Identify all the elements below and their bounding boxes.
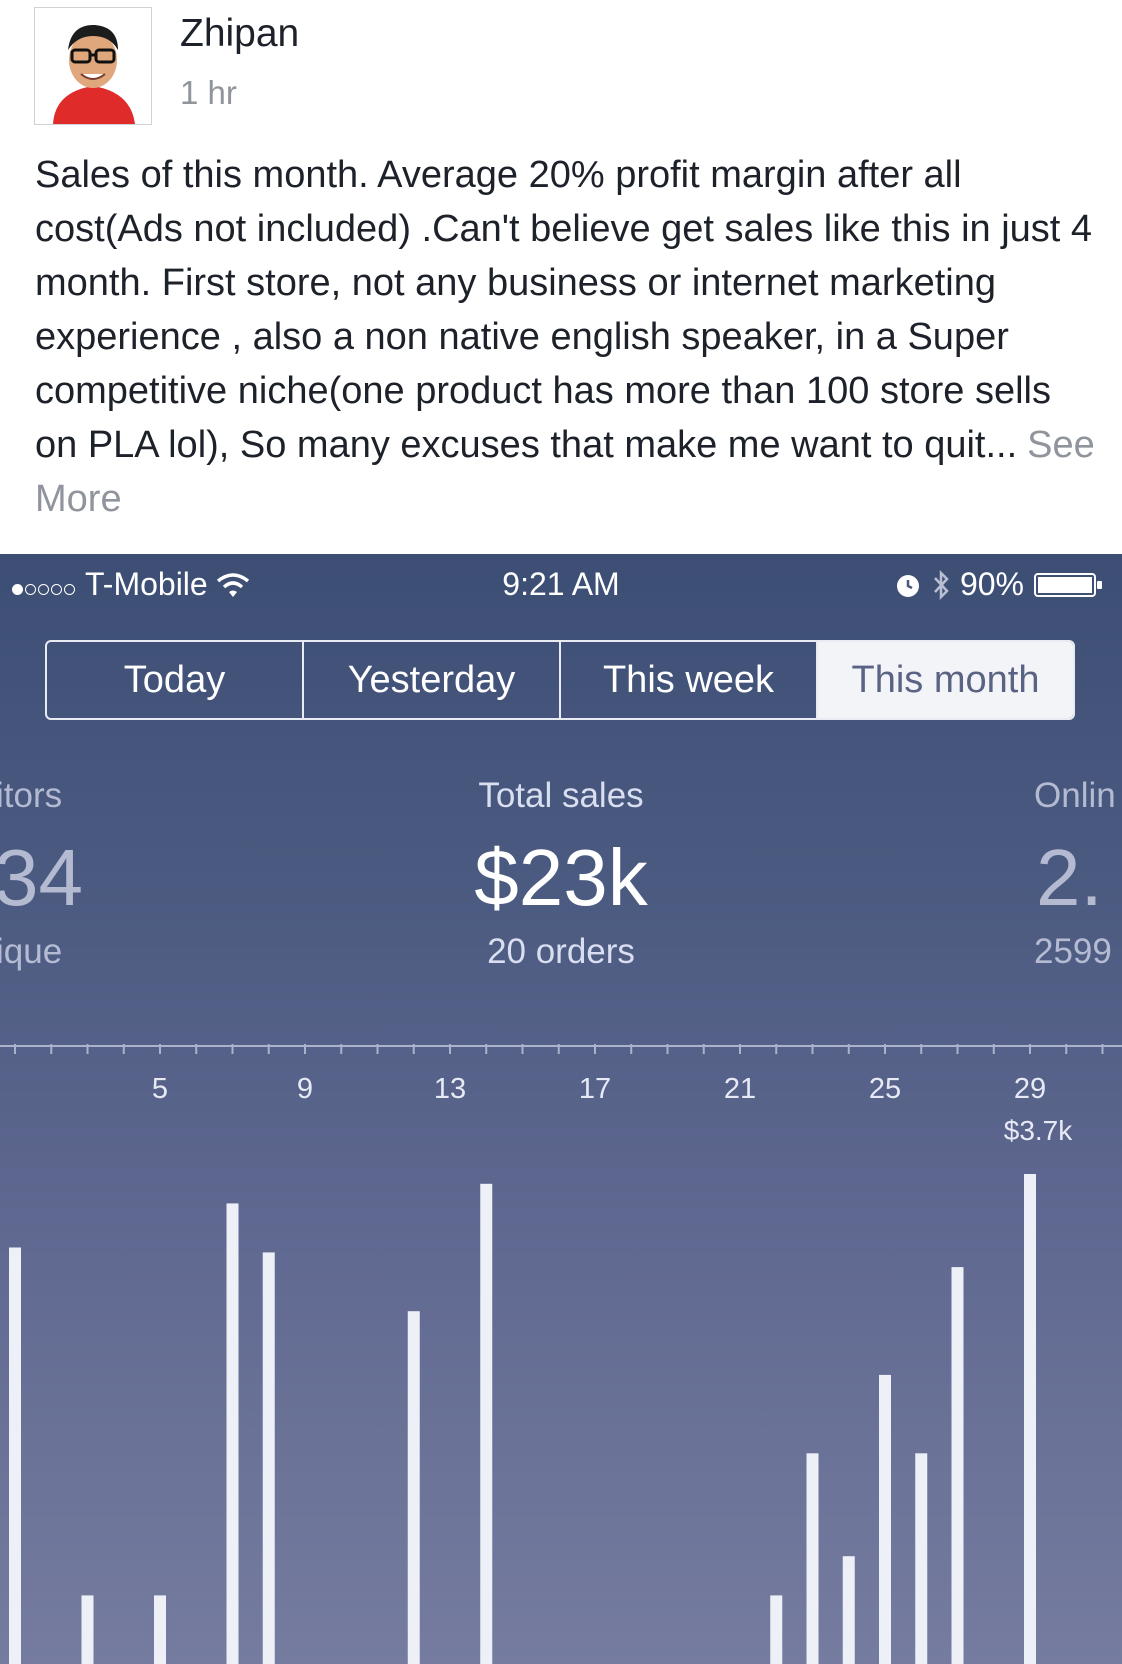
daily-sales-chart: 5 9 13 17 21 25 29 $3.7k [0, 1044, 1122, 1664]
chart-tick-label: 5 [152, 1073, 168, 1105]
chart-bar[interactable] [842, 1556, 855, 1664]
chart-annotation: $3.7k [1004, 1115, 1073, 1146]
chart-bar[interactable] [154, 1595, 166, 1664]
post-body: Sales of this month. Average 20% profit … [35, 154, 1093, 466]
online-label: Onlin [1034, 776, 1116, 815]
chart-bar[interactable] [480, 1183, 493, 1664]
tab-this-month[interactable]: This month [818, 642, 1073, 718]
chart-bar[interactable] [951, 1267, 964, 1664]
post-timestamp[interactable]: 1 hr [180, 74, 237, 112]
tab-today[interactable]: Today [47, 642, 304, 718]
chart-bar[interactable] [407, 1311, 420, 1664]
battery-percent: 90% [959, 566, 1024, 602]
chart-bar[interactable] [226, 1203, 239, 1664]
total-sales-label: Total sales [478, 776, 644, 815]
bluetooth-icon [934, 569, 949, 600]
chart-bar[interactable] [879, 1374, 891, 1664]
battery-icon [1034, 572, 1102, 597]
author-name[interactable]: Zhipan [180, 12, 299, 56]
chart-tick-label: 9 [297, 1073, 313, 1105]
chart-bar[interactable] [262, 1252, 275, 1664]
tab-this-week[interactable]: This week [561, 642, 818, 718]
avatar[interactable] [34, 7, 152, 125]
online-sub: 2599 [1034, 932, 1112, 971]
chart-tick-label: 17 [579, 1073, 611, 1105]
chart-tick-label: 29 [1014, 1073, 1046, 1105]
chart-bar[interactable] [770, 1595, 783, 1664]
chart-bar[interactable] [915, 1453, 928, 1664]
tab-yesterday[interactable]: Yesterday [304, 642, 561, 718]
chart-bar[interactable] [9, 1247, 21, 1664]
post-text: Sales of this month. Average 20% profit … [35, 148, 1095, 526]
online-value: 2. [1036, 833, 1103, 922]
avatar-image [35, 8, 151, 124]
chart-bar[interactable] [1024, 1174, 1036, 1664]
chart-tick-label: 21 [724, 1073, 756, 1105]
status-bar: T-Mobile 9:21 AM 90% [0, 554, 1122, 614]
store-dashboard-screenshot: T-Mobile 9:21 AM 90% Today Yesterday Thi… [0, 554, 1122, 1664]
status-right: 90% [894, 566, 1104, 603]
chart-bar[interactable] [806, 1453, 819, 1664]
orders-count: 20 orders [487, 932, 635, 971]
chart-tick-label: 25 [869, 1073, 901, 1105]
chart-bar[interactable] [81, 1595, 94, 1664]
chart-tick-label: 13 [434, 1073, 466, 1105]
period-segmented-control: Today Yesterday This week This month [45, 640, 1075, 720]
alarm-icon [896, 574, 919, 597]
facebook-post: Zhipan 1 hr Sales of this month. Average… [0, 0, 1122, 554]
total-sales-value: $23k [474, 833, 648, 922]
